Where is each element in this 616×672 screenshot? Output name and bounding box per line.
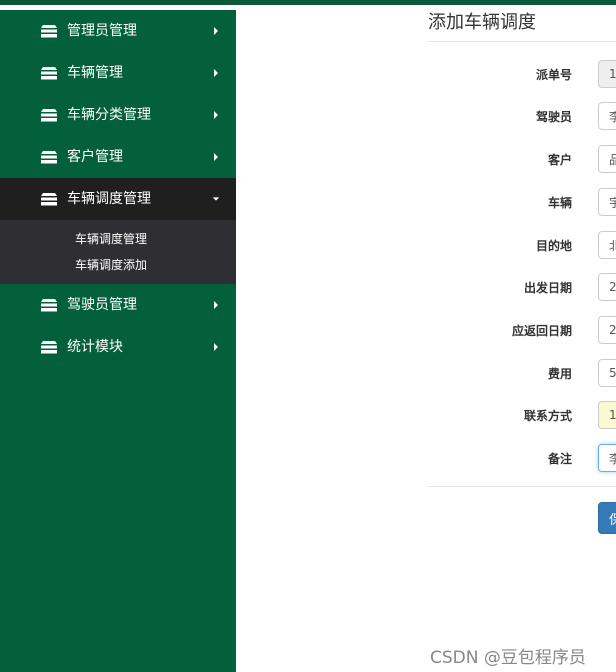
driver-field[interactable] xyxy=(598,102,616,130)
page-title: 添加车辆调度 xyxy=(428,12,536,33)
fee-field[interactable] xyxy=(598,359,616,387)
contact-label: 联系方式 xyxy=(523,409,572,423)
driver-label: 驾驶员 xyxy=(535,110,572,124)
sidebar-item-label: 统计模块 xyxy=(67,339,123,355)
stack-icon xyxy=(41,193,57,206)
submenu-item-dispatch-add[interactable]: 车辆调度添加 xyxy=(0,252,236,278)
form-row-driver: 驾驶员 xyxy=(428,102,616,132)
save-button[interactable]: 保 xyxy=(598,502,616,534)
stack-icon xyxy=(41,67,57,80)
caret-right-icon xyxy=(214,153,218,161)
sidebar: 管理员管理 车辆管理 车辆分类管理 客户管理 车辆调度管理 车辆调度管理 车辆调… xyxy=(0,10,236,672)
form-row-return-date: 应返回日期 xyxy=(428,316,616,346)
watermark: CSDN @豆包程序员 xyxy=(430,648,586,668)
form-row-vehicle: 车辆 xyxy=(428,188,616,218)
dispatch-number-label: 派单号 xyxy=(535,68,572,82)
sidebar-item-label: 车辆管理 xyxy=(67,65,123,81)
sidebar-item-dispatch-management[interactable]: 车辆调度管理 xyxy=(0,178,236,220)
return-date-field[interactable] xyxy=(598,316,616,344)
form-row-contact: 联系方式 xyxy=(428,401,616,431)
vehicle-label: 车辆 xyxy=(547,196,572,210)
sidebar-item-vehicle-category-management[interactable]: 车辆分类管理 xyxy=(0,94,236,136)
sidebar-item-label: 客户管理 xyxy=(67,149,123,165)
departure-date-label: 出发日期 xyxy=(523,281,572,295)
sidebar-item-admin-management[interactable]: 管理员管理 xyxy=(0,10,236,52)
stack-icon xyxy=(41,109,57,122)
stack-icon xyxy=(41,151,57,164)
stack-icon xyxy=(41,341,57,354)
form-row-remarks: 备注 xyxy=(428,444,616,474)
contact-field[interactable] xyxy=(598,401,616,429)
departure-date-field[interactable] xyxy=(598,273,616,301)
sidebar-item-label: 驾驶员管理 xyxy=(67,297,137,313)
submenu-item-dispatch-list[interactable]: 车辆调度管理 xyxy=(0,226,236,252)
caret-right-icon xyxy=(214,111,218,119)
return-date-label: 应返回日期 xyxy=(511,324,572,338)
caret-right-icon xyxy=(214,27,218,35)
main-content: 添加车辆调度 派单号 驾驶员 客户 车辆 目的地 出发日期 应返回日期 费用 联… xyxy=(236,5,616,672)
customer-label: 客户 xyxy=(547,153,572,167)
form-row-dispatch-number: 派单号 xyxy=(428,60,616,90)
caret-right-icon xyxy=(214,69,218,77)
dispatch-number-field[interactable] xyxy=(598,60,616,88)
dispatch-submenu: 车辆调度管理 车辆调度添加 xyxy=(0,220,236,284)
sidebar-item-vehicle-management[interactable]: 车辆管理 xyxy=(0,52,236,94)
form-row-destination: 目的地 xyxy=(428,231,616,261)
sidebar-item-customer-management[interactable]: 客户管理 xyxy=(0,136,236,178)
title-divider xyxy=(428,41,616,42)
sidebar-item-label: 车辆调度管理 xyxy=(67,191,151,207)
stack-icon xyxy=(41,299,57,312)
form-divider xyxy=(428,486,616,487)
sidebar-item-statistics[interactable]: 统计模块 xyxy=(0,326,236,368)
stack-icon xyxy=(41,25,57,38)
remarks-field[interactable] xyxy=(598,444,616,472)
form-row-departure-date: 出发日期 xyxy=(428,273,616,303)
fee-label: 费用 xyxy=(547,367,572,381)
caret-down-icon xyxy=(212,197,220,201)
customer-field[interactable] xyxy=(598,145,616,173)
form-row-fee: 费用 xyxy=(428,359,616,389)
caret-right-icon xyxy=(214,343,218,351)
caret-right-icon xyxy=(214,301,218,309)
form-row-customer: 客户 xyxy=(428,145,616,175)
sidebar-item-driver-management[interactable]: 驾驶员管理 xyxy=(0,284,236,326)
vehicle-field[interactable] xyxy=(598,188,616,216)
destination-label: 目的地 xyxy=(535,239,572,253)
destination-field[interactable] xyxy=(598,231,616,259)
sidebar-item-label: 管理员管理 xyxy=(67,23,137,39)
sidebar-item-label: 车辆分类管理 xyxy=(67,107,151,123)
remarks-label: 备注 xyxy=(547,452,572,466)
